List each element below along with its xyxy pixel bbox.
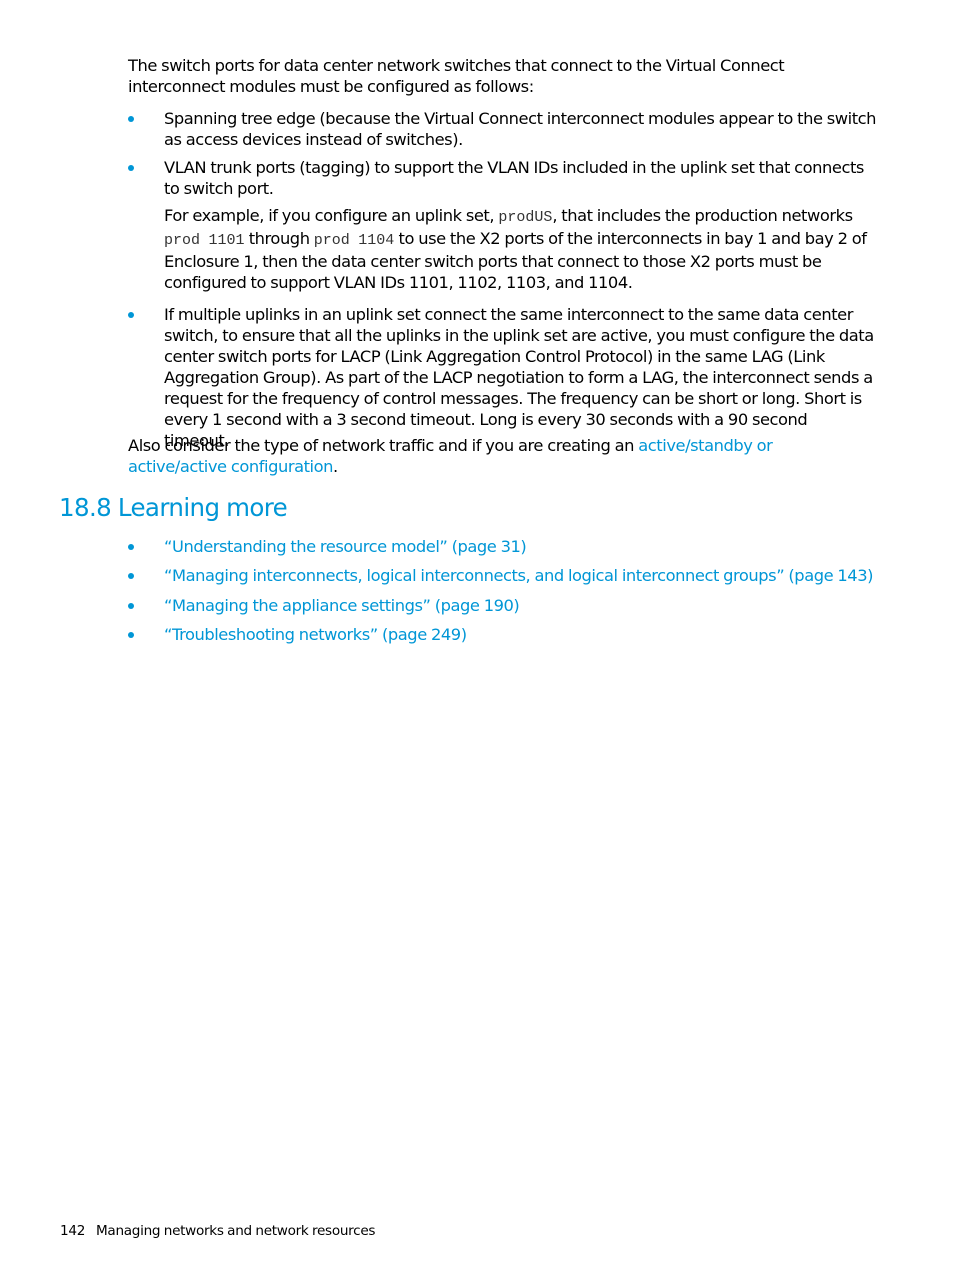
requirement-item: If multiple uplinks in an uplink set con… xyxy=(128,304,874,451)
example-text: through xyxy=(244,229,314,248)
related-link-resource-model[interactable]: “Understanding the resource model” (page… xyxy=(164,536,876,557)
related-link-item: “Troubleshooting networks” (page 249) xyxy=(128,624,873,645)
related-link-item: “Understanding the resource model” (page… xyxy=(128,536,873,557)
example-text: , that includes the production networks xyxy=(552,206,853,225)
intro-paragraph: The switch ports for data center network… xyxy=(128,56,785,96)
related-link-item: “Managing interconnects, logical interco… xyxy=(128,565,873,586)
code-network-start: prod 1101 xyxy=(164,232,245,249)
requirement-item: VLAN trunk ports (tagging) to support th… xyxy=(128,157,873,293)
page-number: 142 xyxy=(60,1223,86,1239)
related-link-item: “Managing the appliance settings” (page … xyxy=(128,595,873,616)
chapter-title: Managing networks and network resources xyxy=(96,1223,376,1239)
related-link-appliance-settings[interactable]: “Managing the appliance settings” (page … xyxy=(164,595,876,616)
example-paragraph: For example, if you configure an uplink … xyxy=(164,205,876,293)
bullet-icon xyxy=(128,165,134,171)
section-heading: 18.8 Learning more xyxy=(59,493,288,522)
example-text: For example, if you configure an uplink … xyxy=(164,206,499,225)
bullet-icon xyxy=(128,312,134,318)
bullet-icon xyxy=(128,632,134,638)
page-footer: 142 Managing networks and network resourc… xyxy=(60,1222,375,1240)
requirement-text: Spanning tree edge (because the Virtual … xyxy=(164,109,877,149)
related-link-managing-interconnects[interactable]: “Managing interconnects, logical interco… xyxy=(164,565,876,586)
requirement-text: VLAN trunk ports (tagging) to support th… xyxy=(164,158,864,198)
also-consider-text: Also consider the type of network traffi… xyxy=(128,436,639,455)
related-link-troubleshooting[interactable]: “Troubleshooting networks” (page 249) xyxy=(164,624,876,645)
period: . xyxy=(333,457,338,476)
requirement-text: If multiple uplinks in an uplink set con… xyxy=(164,305,874,450)
requirement-item: Spanning tree edge (because the Virtual … xyxy=(128,108,877,150)
document-page: The switch ports for data center network… xyxy=(0,0,954,1271)
bullet-icon xyxy=(128,544,134,550)
bullet-icon xyxy=(128,116,134,122)
bullet-icon xyxy=(128,603,134,609)
also-consider-paragraph: Also consider the type of network traffi… xyxy=(128,435,873,477)
bullet-icon xyxy=(128,573,134,579)
code-network-end: prod 1104 xyxy=(313,232,395,249)
code-uplink-set: prodUS xyxy=(498,209,553,226)
